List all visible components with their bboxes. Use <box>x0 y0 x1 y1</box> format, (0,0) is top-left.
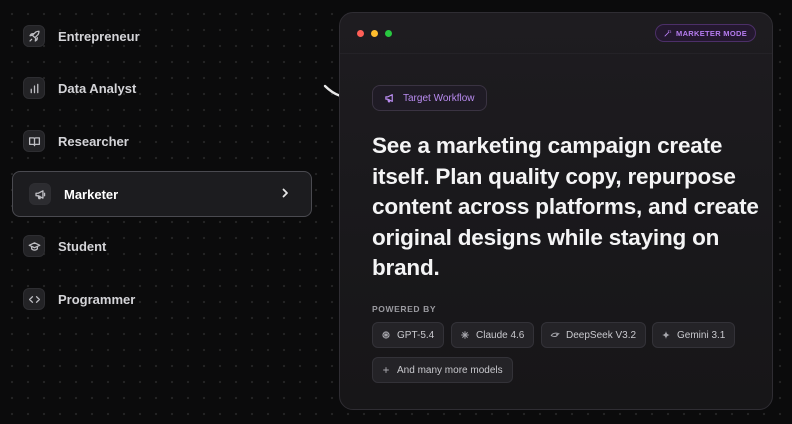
model-chip-label: DeepSeek V3.2 <box>566 329 637 341</box>
model-chip-deepseek[interactable]: DeepSeek V3.2 <box>541 322 647 348</box>
model-chip-gpt[interactable]: GPT-5.4 <box>372 322 445 348</box>
sidebar-item-label: Student <box>58 238 107 254</box>
model-chip-label: Claude 4.6 <box>476 329 525 341</box>
megaphone-icon <box>29 183 51 205</box>
panel-titlebar: MARKETER MODE <box>340 13 772 54</box>
mode-badge-label: MARKETER MODE <box>676 28 747 38</box>
target-workflow-pill[interactable]: Target Workflow <box>372 85 487 111</box>
model-chip-label: GPT-5.4 <box>397 329 435 341</box>
more-models-label: And many more models <box>397 364 503 376</box>
sidebar-item-label: Programmer <box>58 291 136 307</box>
page: Entrepreneur Data Analyst Researcher Mar… <box>0 0 792 424</box>
megaphone-icon <box>385 94 393 103</box>
sidebar-item-programmer[interactable]: Programmer <box>12 277 312 321</box>
magic-wand-icon <box>664 29 672 37</box>
deepseek-icon <box>550 332 560 337</box>
rocket-icon <box>23 25 45 47</box>
gemini-icon <box>661 330 671 340</box>
book-icon <box>23 130 45 152</box>
mode-badge: MARKETER MODE <box>655 24 756 42</box>
powered-by-label: POWERED BY <box>372 304 437 314</box>
bar-chart-icon <box>23 77 45 99</box>
sidebar-item-entrepreneur[interactable]: Entrepreneur <box>12 14 312 58</box>
sidebar-item-student[interactable]: Student <box>12 224 312 268</box>
plus-icon <box>383 367 389 373</box>
panel-headline: See a marketing campaign create itself. … <box>372 133 759 280</box>
window-close-dot <box>357 30 364 37</box>
chevron-right-icon <box>277 185 293 201</box>
window-minimize-dot <box>371 30 378 37</box>
workflow-pill-label: Target Workflow <box>403 92 475 104</box>
sidebar-item-data-analyst[interactable]: Data Analyst <box>12 66 312 110</box>
model-chip-claude[interactable]: Claude 4.6 <box>451 322 535 348</box>
more-models-chip[interactable]: And many more models <box>372 357 513 383</box>
openai-icon <box>382 331 390 339</box>
claude-icon <box>461 331 469 339</box>
sidebar-item-label: Researcher <box>58 133 129 149</box>
model-chip-gemini[interactable]: Gemini 3.1 <box>652 322 736 348</box>
graduation-cap-icon <box>23 235 45 257</box>
sidebar-item-label: Marketer <box>64 186 119 202</box>
code-icon <box>23 288 45 310</box>
marketer-panel: MARKETER MODE Target Workflow See a mark… <box>339 12 773 410</box>
sidebar-item-label: Data Analyst <box>58 80 137 96</box>
window-maximize-dot <box>385 30 392 37</box>
sidebar-item-researcher[interactable]: Researcher <box>12 119 312 163</box>
model-chip-label: Gemini 3.1 <box>677 329 726 341</box>
sidebar-item-label: Entrepreneur <box>58 28 140 44</box>
sidebar-item-marketer[interactable]: Marketer <box>12 171 312 217</box>
